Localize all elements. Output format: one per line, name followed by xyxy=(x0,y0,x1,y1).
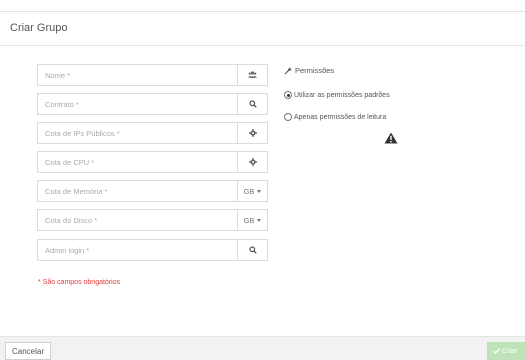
required-fields-note: * São campos obrigatórios xyxy=(38,279,121,286)
memory-unit-dropdown[interactable]: GB xyxy=(237,181,267,201)
create-button-label: Criar xyxy=(502,347,518,355)
warning-icon xyxy=(384,132,398,144)
contract-input[interactable] xyxy=(38,94,237,114)
search-icon[interactable] xyxy=(237,94,267,114)
memory-unit-label: GB xyxy=(243,186,255,196)
dialog-title: Criar Grupo xyxy=(10,22,68,34)
caret-down-icon xyxy=(257,218,262,222)
memory-input-group: GB xyxy=(37,180,268,202)
dialog-header: Criar Grupo xyxy=(0,12,525,46)
disk-input-group: GB xyxy=(37,209,268,231)
public-ips-input[interactable] xyxy=(38,123,237,143)
disk-input[interactable] xyxy=(38,210,237,230)
contract-input-group xyxy=(37,93,268,115)
admin-login-input-group xyxy=(37,239,268,261)
dialog-footer: Cancelar Criar xyxy=(0,336,525,360)
wrench-icon xyxy=(284,67,292,74)
name-input-group xyxy=(37,64,268,86)
caret-down-icon xyxy=(257,189,262,193)
users-icon xyxy=(237,65,267,85)
radio-read-only-label: Apenas permissões de leitura xyxy=(294,113,387,121)
radio-default-label: Utilizar as permissões padrões xyxy=(294,91,390,99)
admin-login-input[interactable] xyxy=(38,240,237,260)
permissions-title: Permissões xyxy=(295,66,335,75)
search-icon[interactable] xyxy=(237,240,267,260)
create-group-dialog: Criar Grupo Nome * Contrato * Cota de IP… xyxy=(0,0,525,360)
cpu-input[interactable] xyxy=(38,152,237,172)
radio-read-only-permissions[interactable]: Apenas permissões de leitura xyxy=(284,113,386,121)
name-input[interactable] xyxy=(38,65,237,85)
radio-button-unchecked[interactable] xyxy=(284,113,292,121)
cancel-button[interactable]: Cancelar xyxy=(5,342,52,360)
radio-button-checked[interactable] xyxy=(284,91,292,99)
gear-icon xyxy=(237,152,267,172)
memory-input[interactable] xyxy=(38,181,237,201)
check-icon xyxy=(493,348,500,354)
gear-icon xyxy=(237,123,267,143)
public-ips-input-group xyxy=(37,122,268,144)
cpu-input-group xyxy=(37,151,268,173)
disk-unit-label: GB xyxy=(243,215,255,225)
disk-unit-dropdown[interactable]: GB xyxy=(237,210,267,230)
permissions-heading: Permissões xyxy=(284,66,334,75)
radio-default-permissions[interactable]: Utilizar as permissões padrões xyxy=(284,91,390,99)
create-button[interactable]: Criar xyxy=(487,342,525,360)
